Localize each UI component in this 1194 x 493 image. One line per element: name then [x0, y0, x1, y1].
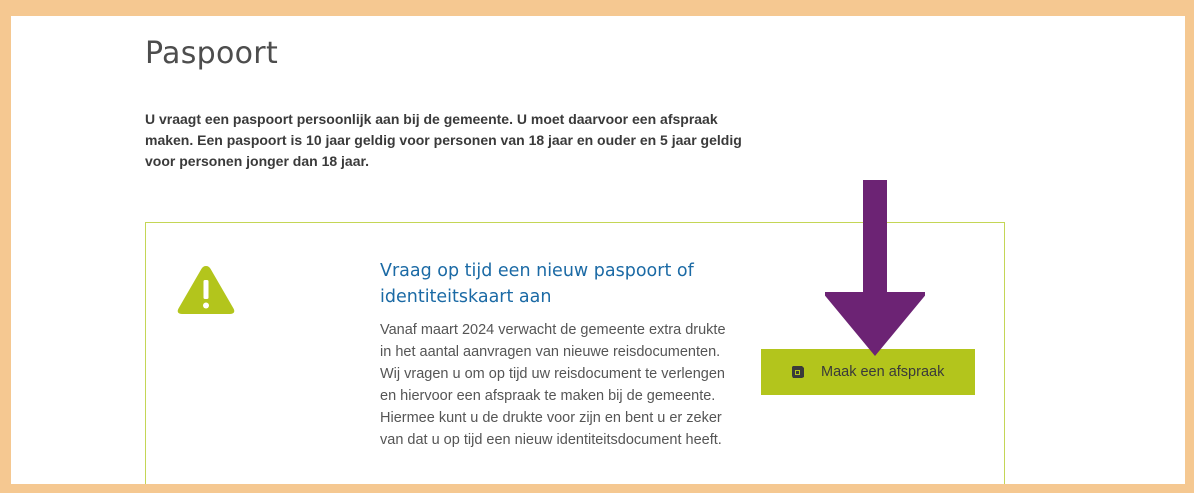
- notice-body: Vanaf maart 2024 verwacht de gemeente ex…: [380, 322, 726, 448]
- intro-text: U vraagt een paspoort persoonlijk aan bi…: [145, 111, 742, 169]
- notice-title: Vraag op tijd een nieuw paspoort of iden…: [380, 261, 694, 307]
- page-title: Paspoort: [145, 36, 279, 71]
- warning-icon: [177, 266, 235, 314]
- make-appointment-label: Maak een afspraak: [821, 364, 945, 380]
- arrow-down-icon: [825, 180, 925, 356]
- calendar-icon: [792, 366, 804, 378]
- page-frame: Paspoort U vraagt een paspoort persoonli…: [11, 16, 1185, 484]
